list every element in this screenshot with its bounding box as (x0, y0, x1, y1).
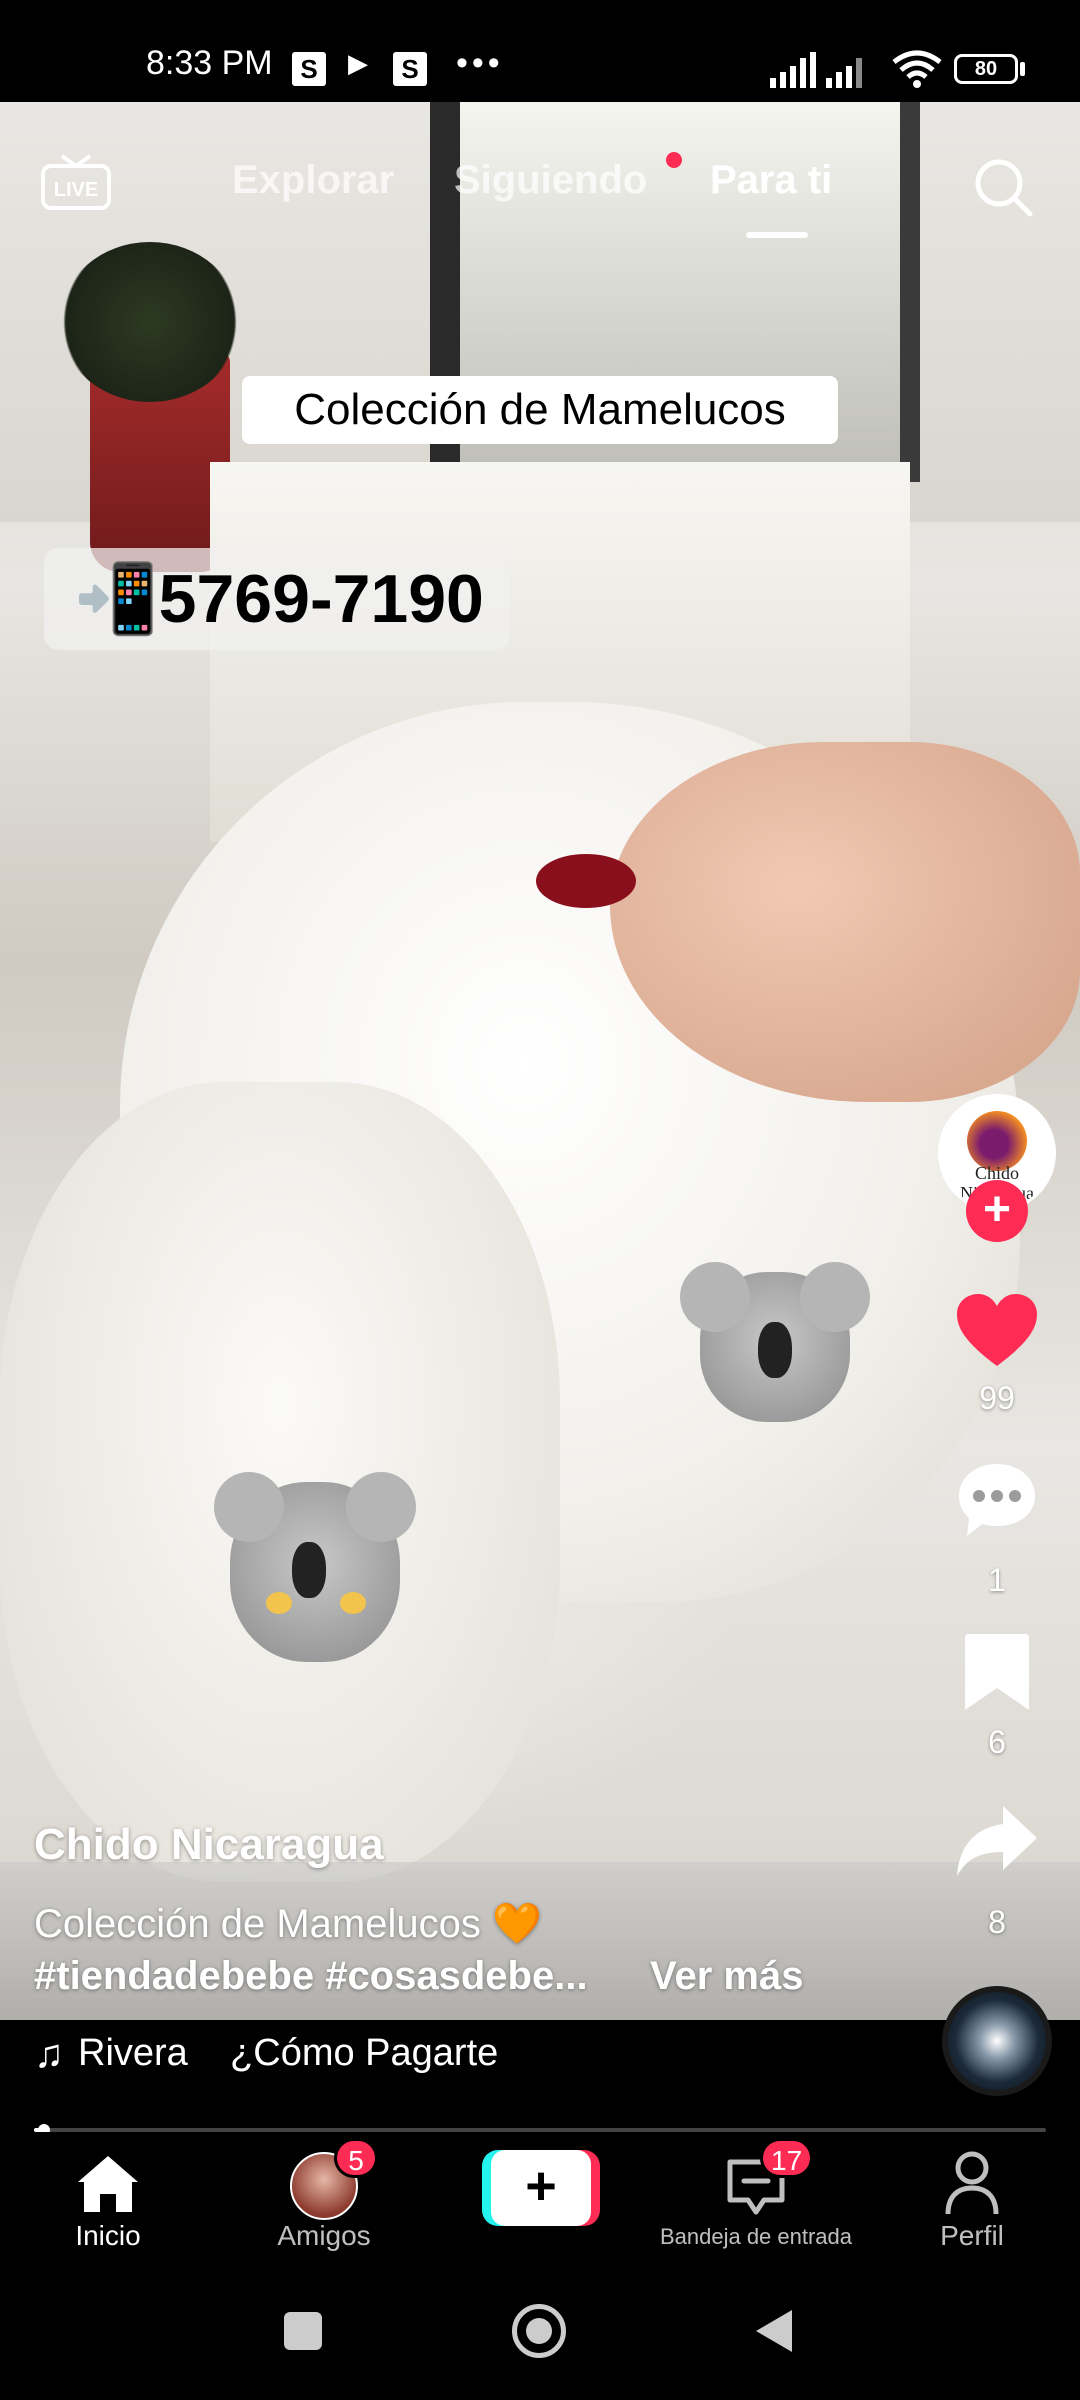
active-tab-indicator (746, 232, 808, 238)
new-content-dot (666, 152, 682, 168)
friends-badge: 5 (334, 2138, 378, 2178)
music-note-icon: ♫ (34, 2032, 64, 2076)
share-arrow-icon[interactable] (955, 1800, 1039, 1884)
comment-icon[interactable] (955, 1458, 1039, 1542)
more-notifications-icon: ••• (456, 44, 504, 82)
nav-friends[interactable]: 5 Amigos (216, 2138, 432, 2262)
video-caption: Colección de Mamelucos 🧡 (34, 1902, 542, 1946)
nav-inbox[interactable]: 17 Bandeja de entrada (648, 2138, 864, 2262)
notification-icon: S (393, 52, 427, 86)
notification-icon: S (292, 52, 326, 86)
system-navigation-bar (0, 2264, 1080, 2400)
status-bar: 8:33 PM S ▶ S ••• 80 (0, 0, 1080, 102)
koala-print (680, 1262, 870, 1422)
profile-icon (945, 2151, 999, 2215)
nav-inbox-label: Bandeja de entrada (659, 2224, 853, 2249)
video-text-overlay-phone: 📲5769-7190 (44, 548, 510, 650)
tab-para-ti[interactable]: Para ti (710, 158, 832, 203)
tab-siguiendo[interactable]: Siguiendo (454, 158, 647, 203)
plus-icon: + (491, 2150, 591, 2226)
nav-profile[interactable]: Perfil (864, 2140, 1080, 2262)
recents-button[interactable] (284, 2312, 322, 2350)
nav-friends-label: Amigos (277, 2220, 371, 2251)
nav-profile-label: Perfil (940, 2220, 1004, 2251)
inbox-badge: 17 (760, 2138, 814, 2178)
see-more-link[interactable]: Ver más (650, 1954, 803, 1999)
bookmark-icon[interactable] (955, 1630, 1039, 1714)
nav-home[interactable]: Inicio (0, 2140, 216, 2262)
music-title[interactable]: Rivera ¿Cómo Pagarte (78, 2032, 498, 2075)
creator-name[interactable]: Chido Nicaragua (34, 1820, 384, 1870)
tab-explorar[interactable]: Explorar (232, 158, 394, 203)
like-count: 99 (979, 1380, 1015, 1416)
comment-count: 1 (988, 1562, 1006, 1598)
wifi-icon (892, 50, 942, 88)
like-heart-icon[interactable] (955, 1290, 1039, 1374)
nail (536, 854, 636, 908)
create-button[interactable]: + (482, 2150, 600, 2226)
back-button[interactable] (752, 2306, 796, 2356)
battery-icon: 80 (954, 54, 1018, 84)
music-disc[interactable] (942, 1986, 1052, 2096)
brand-logo (967, 1111, 1027, 1171)
koala-print (214, 1472, 416, 1662)
save-count: 6 (988, 1724, 1006, 1760)
home-icon (78, 2156, 138, 2212)
svg-text:LIVE: LIVE (54, 179, 98, 201)
clothing-front (0, 1082, 560, 1882)
share-count: 8 (988, 1904, 1006, 1940)
signal-icon (770, 52, 862, 88)
live-icon[interactable]: LIVE (40, 152, 112, 212)
battery-tip (1020, 62, 1025, 76)
play-notification-icon: ▶ (348, 48, 368, 78)
home-button[interactable] (512, 2304, 566, 2358)
search-icon[interactable] (972, 156, 1034, 218)
nav-home-label: Inicio (75, 2220, 141, 2251)
video-text-overlay-title: Colección de Mamelucos (242, 376, 838, 444)
video-hashtags[interactable]: #tiendadebebe #cosasdebe... (34, 1954, 588, 1999)
follow-button[interactable]: + (966, 1180, 1028, 1242)
status-time: 8:33 PM (146, 44, 273, 82)
background-plant (60, 242, 240, 402)
battery-level: 80 (974, 58, 998, 80)
